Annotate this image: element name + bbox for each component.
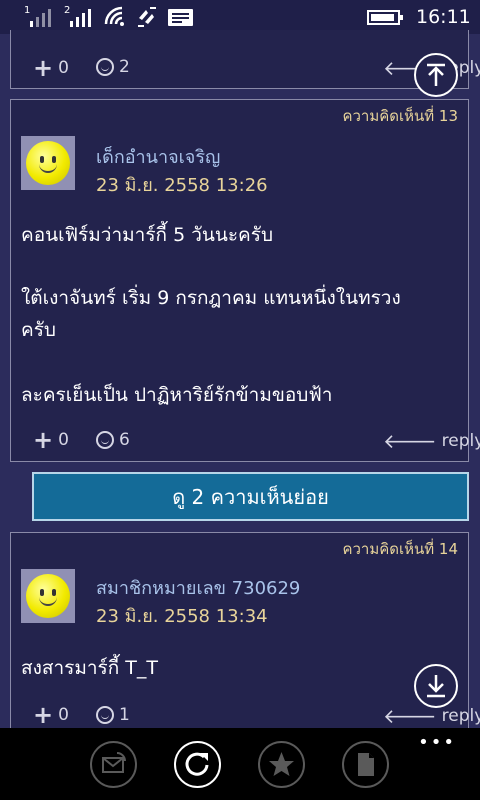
comment-line: สงสารมาร์กี้ T_T	[21, 657, 158, 679]
smile-icon	[96, 58, 114, 76]
plus-count: 0	[58, 430, 69, 450]
smile-icon	[96, 706, 114, 724]
smiley-avatar-icon	[26, 141, 70, 185]
share-button[interactable]	[90, 741, 137, 788]
comment-number: ความคิดเห็นที่ 14	[342, 540, 458, 558]
plus-button[interactable]: + 0	[33, 703, 69, 727]
reply-arrow-icon: 🡐	[383, 429, 437, 453]
smile-icon	[96, 431, 114, 449]
reply-button[interactable]: 🡐 reply	[383, 429, 480, 453]
plus-button[interactable]: + 0	[33, 56, 69, 80]
plus-count: 0	[58, 58, 69, 78]
reply-label: reply	[441, 431, 480, 451]
plus-icon: +	[33, 54, 54, 82]
plus-button[interactable]: + 0	[33, 428, 69, 452]
clock: 16:11	[416, 6, 471, 28]
view-sub-replies-button[interactable]: ดู 2 ความเห็นย่อย	[32, 472, 469, 521]
comment-date: 23 มิ.ย. 2558 13:34	[96, 606, 268, 627]
comment-line: ใต้เงาจันทร์ เริ่ม 9 กรกฎาคม แทนหนึ่งในท…	[21, 287, 401, 309]
scroll-top-icon	[427, 63, 445, 86]
plus-icon: +	[33, 701, 54, 729]
share-icon	[102, 752, 126, 773]
star-icon	[269, 752, 294, 776]
comment-number: ความคิดเห็นที่ 13	[342, 107, 458, 125]
refresh-button[interactable]	[174, 741, 221, 788]
scroll-top-button[interactable]	[414, 53, 458, 97]
emotion-button[interactable]: 1	[96, 705, 130, 725]
favorite-button[interactable]	[258, 741, 305, 788]
smiley-avatar-icon	[26, 574, 70, 618]
emotion-button[interactable]: 2	[96, 57, 130, 77]
reply-arrow-icon: 🡐	[383, 704, 437, 728]
author-name[interactable]: เด็กอำนาจเจริญ	[96, 142, 220, 171]
wifi-icon	[104, 6, 124, 26]
avatar[interactable]	[21, 136, 75, 190]
emotion-count: 6	[119, 430, 130, 450]
comment-line: ละครเย็นเป็น ปาฏิหาริย์รักข้ามขอบฟ้า	[21, 384, 333, 406]
document-button[interactable]	[342, 741, 389, 788]
scroll-bottom-button[interactable]	[414, 664, 458, 708]
scroll-bottom-icon	[427, 675, 445, 698]
emotion-count: 1	[119, 705, 130, 725]
signal-sim2-icon: 2	[64, 5, 94, 27]
signal-sim1-icon: 1	[24, 5, 54, 27]
battery-icon	[367, 10, 403, 25]
vibrate-icon	[138, 7, 156, 27]
emotion-button[interactable]: 6	[96, 430, 130, 450]
comment-line: ครับ	[21, 319, 56, 341]
refresh-icon	[185, 752, 209, 776]
app-bar: •••	[0, 728, 480, 800]
avatar[interactable]	[21, 569, 75, 623]
plus-icon: +	[33, 426, 54, 454]
more-options-button[interactable]: •••	[418, 734, 456, 752]
comment-card: + 0 2 🡐 reply	[10, 30, 480, 89]
comment-card: ความคิดเห็นที่ 14 สมาชิกหมายเลข 730629 2…	[10, 532, 480, 728]
status-bar: 1 2 16:11	[0, 0, 480, 34]
message-icon	[168, 9, 193, 26]
document-icon	[358, 753, 374, 776]
plus-count: 0	[58, 705, 69, 725]
comment-date: 23 มิ.ย. 2558 13:26	[96, 175, 268, 196]
author-name[interactable]: สมาชิกหมายเลข 730629	[96, 573, 300, 602]
reply-label: reply	[441, 706, 480, 726]
emotion-count: 2	[119, 57, 130, 77]
comment-line: คอนเฟิร์มว่ามาร์กี้ 5 วันนะครับ	[21, 224, 274, 246]
comment-card: ความคิดเห็นที่ 13 เด็กอำนาจเจริญ 23 มิ.ย…	[10, 99, 480, 462]
